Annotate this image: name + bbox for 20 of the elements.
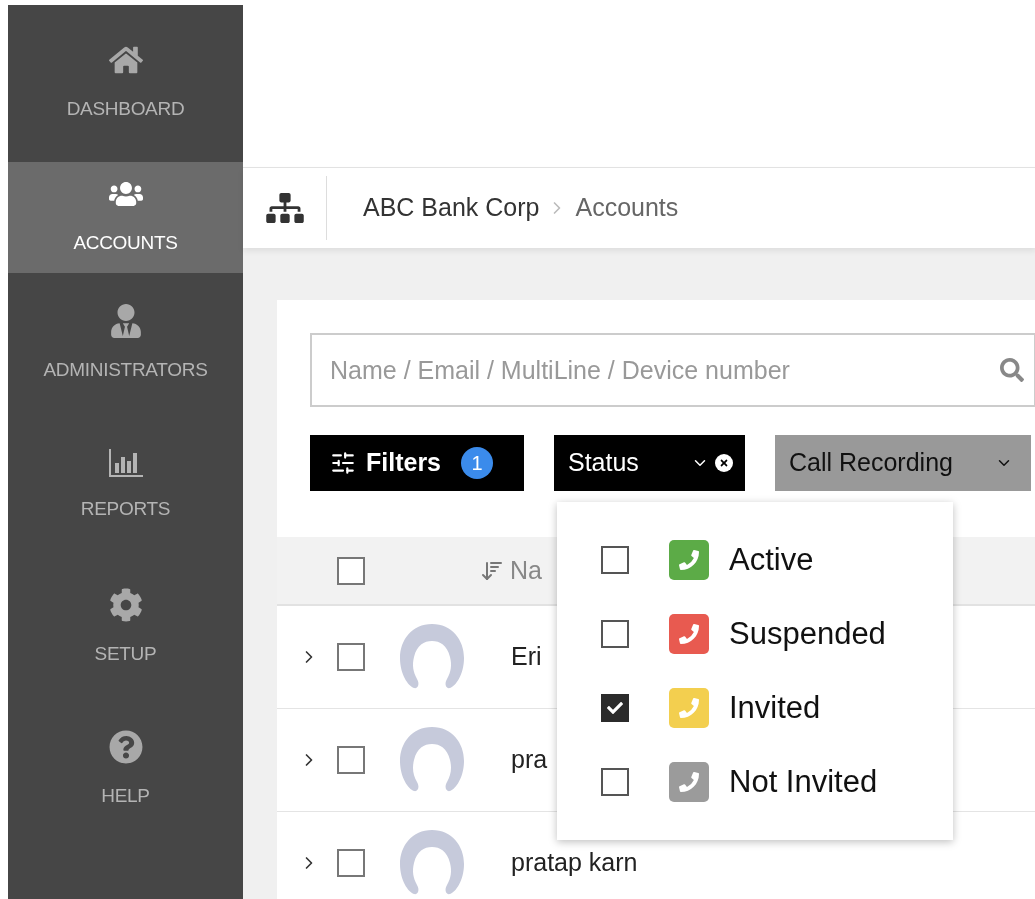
status-option[interactable]: Active (595, 534, 953, 586)
breadcrumb-link[interactable]: ABC Bank Corp (363, 189, 540, 227)
sidebar-item[interactable]: REPORTS (8, 415, 243, 557)
status-option[interactable]: Not Invited (595, 756, 953, 808)
account-name[interactable]: pra (511, 741, 548, 779)
filters-button[interactable]: Filters 1 (310, 435, 524, 491)
filter-dropdown[interactable]: Status (554, 435, 745, 491)
account-name[interactable]: pratap karn (511, 844, 638, 882)
filter-count-badge: 1 (461, 447, 494, 479)
sidebar-item[interactable]: HELP (8, 699, 243, 841)
sidebar-item[interactable]: ADMINISTRATORS (8, 273, 243, 415)
breadcrumb-current: Accounts (575, 192, 679, 224)
filter-dropdown[interactable]: Call Recording (775, 435, 1031, 491)
status-option[interactable]: Suspended (595, 608, 953, 660)
account-name[interactable]: Eri (511, 638, 542, 676)
search-field[interactable]: Name / Email / MultiLine / Device number (310, 333, 1035, 407)
sidebar-item[interactable]: DASHBOARD (8, 5, 243, 162)
sidebar-item[interactable]: SETUP (8, 557, 243, 699)
sidebar-item[interactable]: ACCOUNTS (8, 162, 243, 273)
status-option[interactable]: Invited (595, 682, 953, 734)
